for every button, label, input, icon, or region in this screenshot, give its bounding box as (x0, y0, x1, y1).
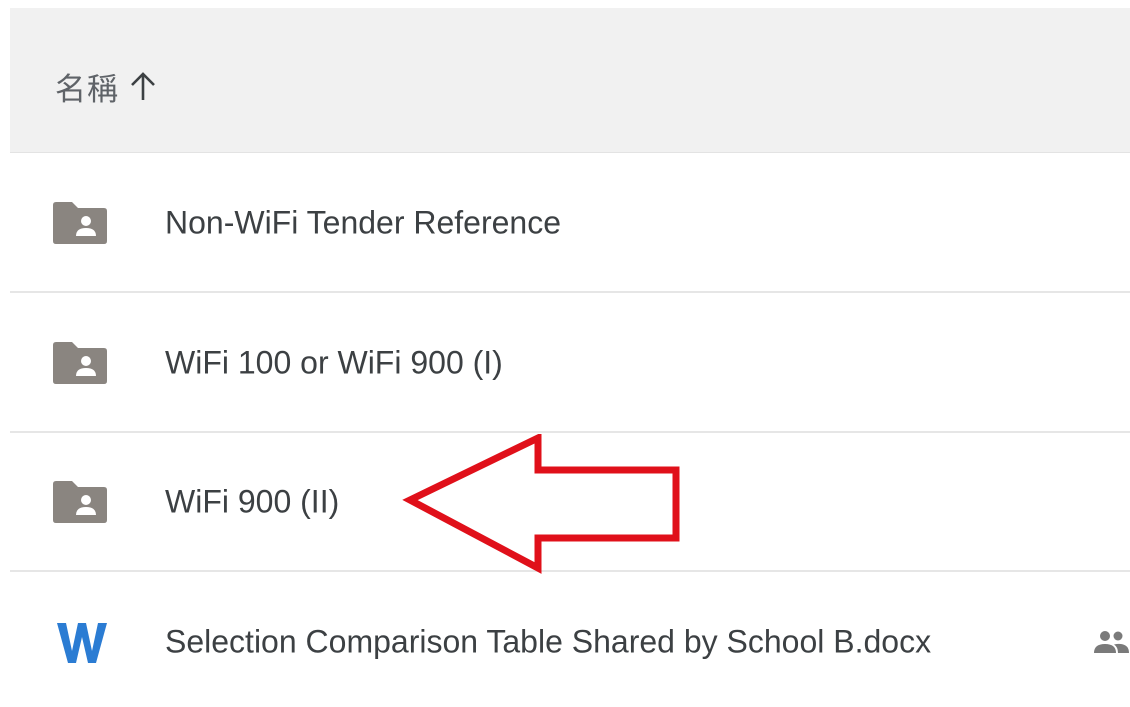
file-list-view: 名稱 Non-WiFi Tender Reference WiFi 100 or… (0, 0, 1130, 707)
list-item[interactable]: WiFi 100 or WiFi 900 (I) (10, 295, 1130, 433)
arrow-up-icon[interactable] (129, 70, 157, 104)
name-column-header[interactable]: 名稱 (55, 64, 157, 109)
name-column-label: 名稱 (55, 72, 119, 108)
shared-folder-icon (50, 341, 110, 385)
file-name: Selection Comparison Table Shared by Sch… (165, 623, 932, 660)
shared-folder-icon (50, 201, 110, 245)
file-name: WiFi 900 (II) (165, 483, 340, 520)
list-header: 名稱 (10, 8, 1130, 153)
file-name: Non-WiFi Tender Reference (165, 204, 562, 241)
list-item[interactable]: Non-WiFi Tender Reference (10, 155, 1130, 293)
shared-folder-icon (50, 480, 110, 524)
people-icon (1092, 629, 1130, 655)
list-item[interactable]: Selection Comparison Table Shared by Sch… (10, 573, 1130, 707)
list-item[interactable]: WiFi 900 (II) (10, 434, 1130, 572)
file-name: WiFi 100 or WiFi 900 (I) (165, 344, 503, 381)
word-doc-icon (55, 617, 109, 667)
